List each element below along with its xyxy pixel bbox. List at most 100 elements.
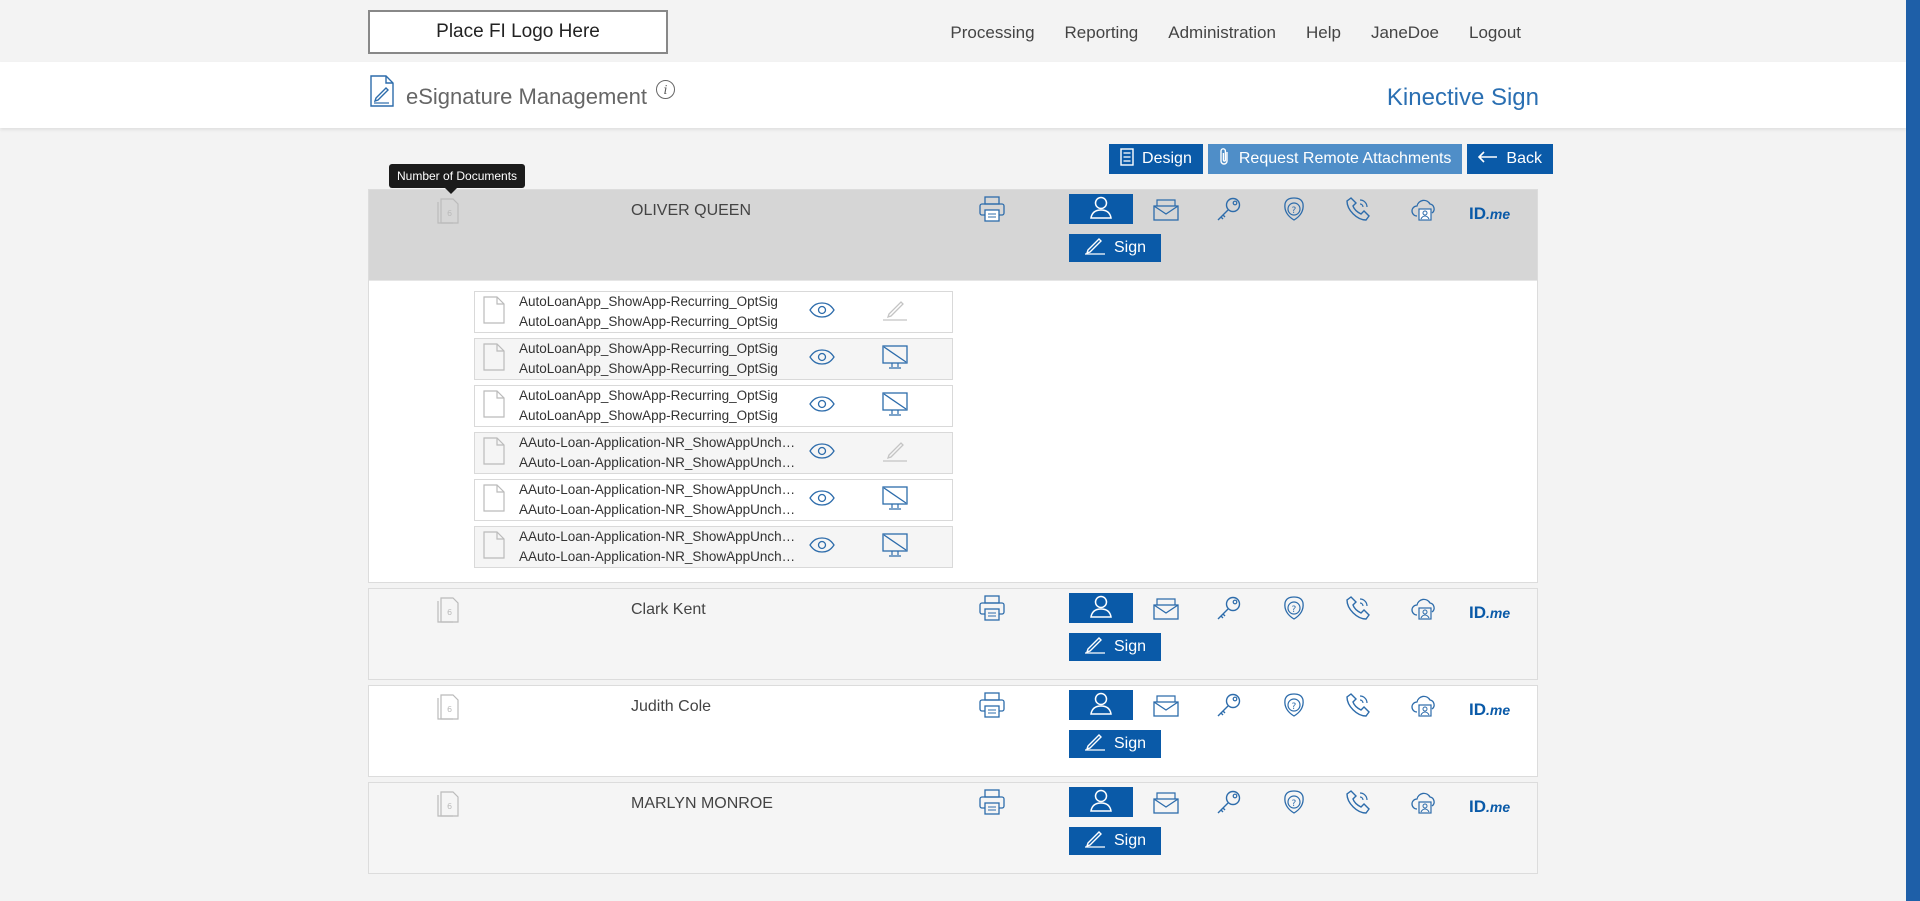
- sign-button[interactable]: Sign: [1069, 234, 1161, 262]
- sign-button[interactable]: Sign: [1069, 730, 1161, 758]
- email-icon[interactable]: [1152, 595, 1180, 626]
- cloud-id-icon[interactable]: [1410, 789, 1438, 820]
- person-icon: [1089, 691, 1113, 720]
- signer-header[interactable]: 6 OLIVER QUEEN ? ID.me Sign: [369, 190, 1537, 280]
- sign-button[interactable]: Sign: [1069, 633, 1161, 661]
- document-sign-icon: [369, 75, 395, 112]
- key-icon[interactable]: [1215, 789, 1243, 820]
- key-icon[interactable]: [1215, 595, 1243, 626]
- back-button[interactable]: Back: [1467, 144, 1553, 174]
- page-title: eSignature Management: [406, 84, 647, 109]
- document-count-icon[interactable]: 6: [437, 791, 461, 822]
- in-person-auth-button[interactable]: [1069, 593, 1133, 623]
- phone-icon[interactable]: [1345, 595, 1371, 626]
- idme-brand-text: ID: [1469, 204, 1486, 223]
- idme-icon[interactable]: ID.me: [1469, 797, 1510, 817]
- document-names: AAuto-Loan-Application-NR_ShowAppUncheck…: [519, 527, 801, 567]
- eye-icon[interactable]: [809, 301, 835, 323]
- key-icon[interactable]: [1215, 692, 1243, 723]
- monitor-icon[interactable]: [881, 344, 909, 375]
- pen-icon: [1084, 237, 1106, 260]
- cloud-id-icon[interactable]: [1410, 196, 1438, 227]
- cloud-id-icon[interactable]: [1410, 692, 1438, 723]
- nav-administration[interactable]: Administration: [1168, 23, 1276, 43]
- file-icon: [483, 530, 505, 564]
- scrollbar[interactable]: [1906, 0, 1920, 901]
- person-icon: [1089, 195, 1113, 224]
- sign-button[interactable]: Sign: [1069, 827, 1161, 855]
- document-row[interactable]: AAuto-Loan-Application-NR_ShowAppUncheck…: [474, 526, 953, 568]
- security-question-icon[interactable]: ?: [1281, 196, 1307, 227]
- security-question-icon[interactable]: ?: [1281, 595, 1307, 626]
- document-name: AAuto-Loan-Application-NR_ShowAppUncheck…: [519, 482, 801, 497]
- eye-icon[interactable]: [809, 536, 835, 558]
- signer-header[interactable]: 6 Clark Kent ? ID.me Sign: [369, 589, 1537, 679]
- nav-help[interactable]: Help: [1306, 23, 1341, 43]
- eye-icon[interactable]: [809, 395, 835, 417]
- document-count: 6: [447, 209, 452, 218]
- sign-label: Sign: [1113, 638, 1147, 655]
- document-count-icon[interactable]: 6: [437, 198, 461, 229]
- in-person-auth-button[interactable]: [1069, 194, 1133, 224]
- in-person-auth-button[interactable]: [1069, 690, 1133, 720]
- document-row[interactable]: AutoLoanApp_ShowApp-Recurring_OptSig Aut…: [474, 291, 953, 333]
- nav-processing[interactable]: Processing: [950, 23, 1034, 43]
- security-question-icon[interactable]: ?: [1281, 692, 1307, 723]
- document-template-name: AutoLoanApp_ShowApp-Recurring_OptSig: [519, 408, 778, 423]
- eye-icon[interactable]: [809, 489, 835, 511]
- pen-icon[interactable]: [881, 439, 909, 468]
- nav-reporting[interactable]: Reporting: [1065, 23, 1139, 43]
- monitor-icon[interactable]: [881, 391, 909, 422]
- email-icon[interactable]: [1152, 692, 1180, 723]
- monitor-icon[interactable]: [881, 532, 909, 563]
- svg-text:?: ?: [1292, 206, 1297, 216]
- document-count-icon[interactable]: 6: [437, 597, 461, 628]
- signer-name: OLIVER QUEEN: [631, 202, 752, 219]
- document-row[interactable]: AAuto-Loan-Application-NR_ShowAppUncheck…: [474, 432, 953, 474]
- request-remote-attachments-button[interactable]: Request Remote Attachments: [1207, 144, 1463, 174]
- idme-icon[interactable]: ID.me: [1469, 603, 1510, 623]
- file-icon: [483, 436, 505, 470]
- printer-icon[interactable]: [978, 595, 1006, 626]
- monitor-icon[interactable]: [881, 485, 909, 516]
- eye-icon[interactable]: [809, 442, 835, 464]
- signer-header[interactable]: 6 Judith Cole ? ID.me Sign: [369, 686, 1537, 776]
- pen-icon[interactable]: [881, 298, 909, 327]
- document-name: AAuto-Loan-Application-NR_ShowAppUncheck…: [519, 435, 801, 450]
- document-template-name: AAuto-Loan-Application-NR_ShowAppUncheck…: [519, 549, 801, 564]
- printer-icon[interactable]: [978, 789, 1006, 820]
- design-button[interactable]: Design: [1109, 144, 1203, 174]
- email-icon[interactable]: [1152, 789, 1180, 820]
- phone-icon[interactable]: [1345, 692, 1371, 723]
- key-icon[interactable]: [1215, 196, 1243, 227]
- document-row[interactable]: AAuto-Loan-Application-NR_ShowAppUncheck…: [474, 479, 953, 521]
- phone-icon[interactable]: [1345, 789, 1371, 820]
- eye-icon[interactable]: [809, 348, 835, 370]
- printer-icon[interactable]: [978, 196, 1006, 227]
- page-header: eSignature Management i Kinective Sign: [0, 62, 1906, 128]
- idme-suffix-text: .me: [1486, 605, 1511, 621]
- phone-icon[interactable]: [1345, 196, 1371, 227]
- printer-icon[interactable]: [978, 692, 1006, 723]
- nav-logout[interactable]: Logout: [1469, 23, 1521, 43]
- idme-icon[interactable]: ID.me: [1469, 700, 1510, 720]
- info-icon[interactable]: i: [656, 80, 675, 99]
- svg-text:?: ?: [1292, 702, 1297, 712]
- idme-suffix-text: .me: [1486, 799, 1511, 815]
- document-row[interactable]: AutoLoanApp_ShowApp-Recurring_OptSig Aut…: [474, 385, 953, 427]
- nav-user[interactable]: JaneDoe: [1371, 23, 1439, 43]
- document-names: AutoLoanApp_ShowApp-Recurring_OptSig Aut…: [519, 386, 801, 426]
- signer-header[interactable]: 6 MARLYN MONROE ? ID.me Sign: [369, 783, 1537, 873]
- cloud-id-icon[interactable]: [1410, 595, 1438, 626]
- email-icon[interactable]: [1152, 196, 1180, 227]
- security-question-icon[interactable]: ?: [1281, 789, 1307, 820]
- document-row[interactable]: AutoLoanApp_ShowApp-Recurring_OptSig Aut…: [474, 338, 953, 380]
- document-count: 6: [447, 608, 452, 617]
- in-person-auth-button[interactable]: [1069, 787, 1133, 817]
- document-template-name: AAuto-Loan-Application-NR_ShowAppUncheck…: [519, 502, 801, 517]
- document-count: 6: [447, 705, 452, 714]
- design-label: Design: [1142, 150, 1192, 167]
- document-count-icon[interactable]: 6: [437, 694, 461, 725]
- pen-icon: [1084, 733, 1106, 756]
- idme-icon[interactable]: ID.me: [1469, 204, 1510, 224]
